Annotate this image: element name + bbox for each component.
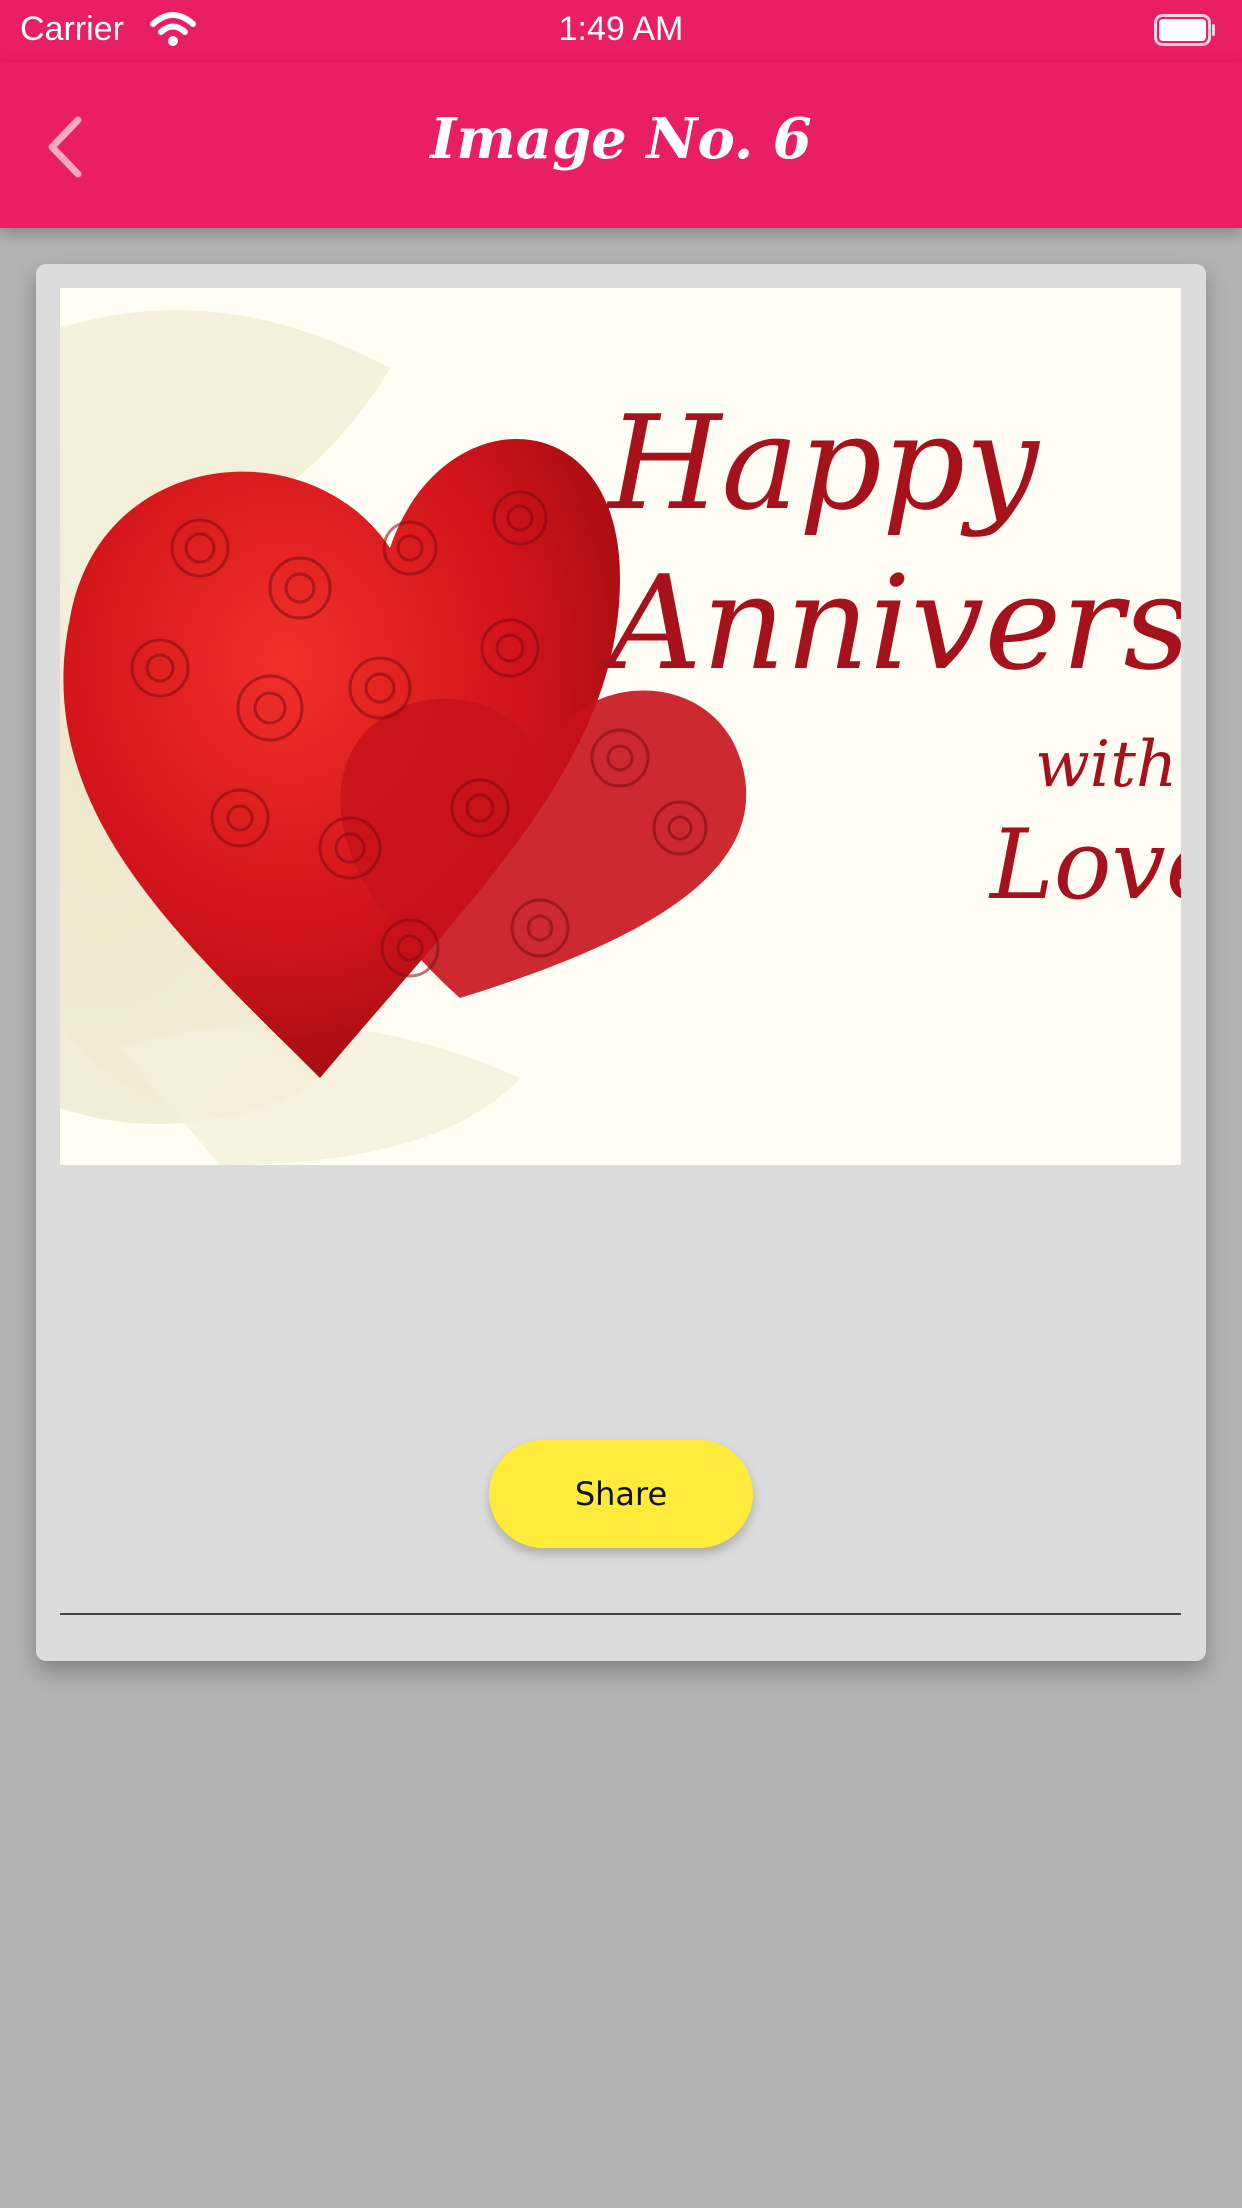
status-bar: Carrier 1:49 AM: [0, 0, 1242, 62]
image-card: Happy Anniversary with Love Share: [36, 264, 1206, 1661]
battery-icon: [1154, 14, 1215, 46]
share-button[interactable]: Share: [489, 1440, 753, 1548]
image-text-anniversary: Anniversary: [598, 547, 1181, 699]
anniversary-image-graphic: Happy Anniversary with Love: [60, 288, 1181, 1165]
page-title: Image No. 6: [430, 106, 812, 172]
anniversary-image: Happy Anniversary with Love: [60, 288, 1181, 1165]
image-text-happy: Happy: [606, 387, 1040, 539]
divider: [60, 1613, 1181, 1615]
clock: 1:49 AM: [558, 10, 684, 48]
image-text-with: with: [1035, 728, 1177, 802]
navigation-bar: Image No. 6: [0, 62, 1242, 228]
image-text-love: Love: [988, 809, 1181, 921]
